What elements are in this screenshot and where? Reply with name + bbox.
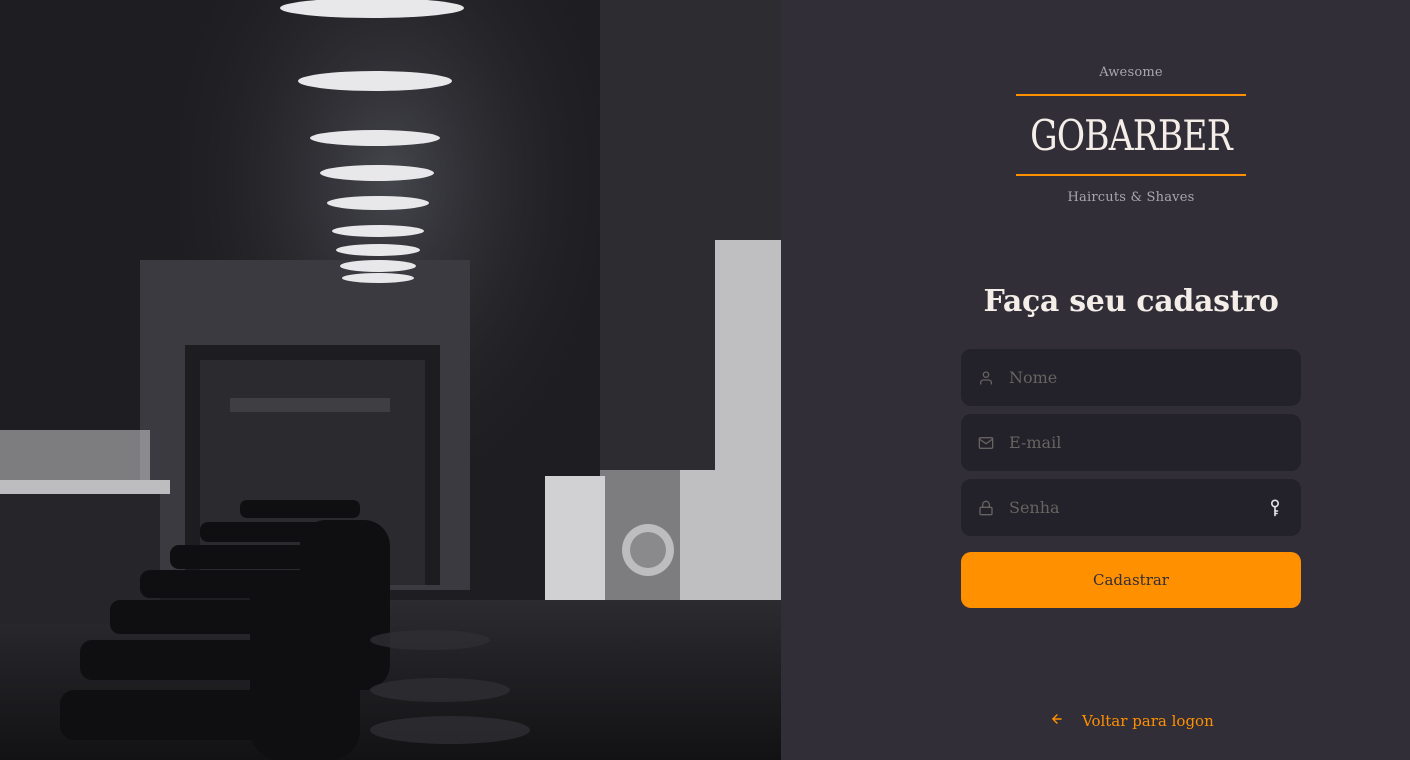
logo-wordmark-box: GOBARBER bbox=[1016, 94, 1246, 176]
lock-icon bbox=[977, 499, 995, 517]
barbershop-photo bbox=[0, 0, 781, 760]
mail-icon bbox=[977, 434, 995, 452]
logo-tagline-bottom: Haircuts & Shaves bbox=[1067, 190, 1195, 205]
signup-panel: Awesome GOBARBER Haircuts & Shaves Faça … bbox=[781, 0, 1410, 760]
gobarber-logo: Awesome GOBARBER Haircuts & Shaves bbox=[1016, 64, 1246, 206]
email-field[interactable] bbox=[961, 414, 1301, 471]
password-input[interactable] bbox=[1009, 498, 1259, 517]
name-field[interactable] bbox=[961, 349, 1301, 406]
logo-tagline-top: Awesome bbox=[1099, 65, 1163, 80]
back-to-logon-link[interactable]: Voltar para logon bbox=[1050, 712, 1214, 730]
user-icon bbox=[977, 369, 995, 387]
password-field[interactable] bbox=[961, 479, 1301, 536]
key-icon[interactable] bbox=[1265, 498, 1285, 518]
arrow-left-icon bbox=[1050, 712, 1064, 730]
signup-page: Awesome GOBARBER Haircuts & Shaves Faça … bbox=[0, 0, 1410, 760]
email-input[interactable] bbox=[1009, 433, 1285, 452]
back-to-logon-label: Voltar para logon bbox=[1082, 712, 1214, 730]
page-title: Faça seu cadastro bbox=[983, 284, 1279, 319]
name-input[interactable] bbox=[1009, 368, 1285, 387]
logo-wordmark: GOBARBER bbox=[1030, 110, 1233, 160]
signup-submit-button[interactable]: Cadastrar bbox=[961, 552, 1301, 608]
barbershop-illustration bbox=[0, 0, 781, 760]
